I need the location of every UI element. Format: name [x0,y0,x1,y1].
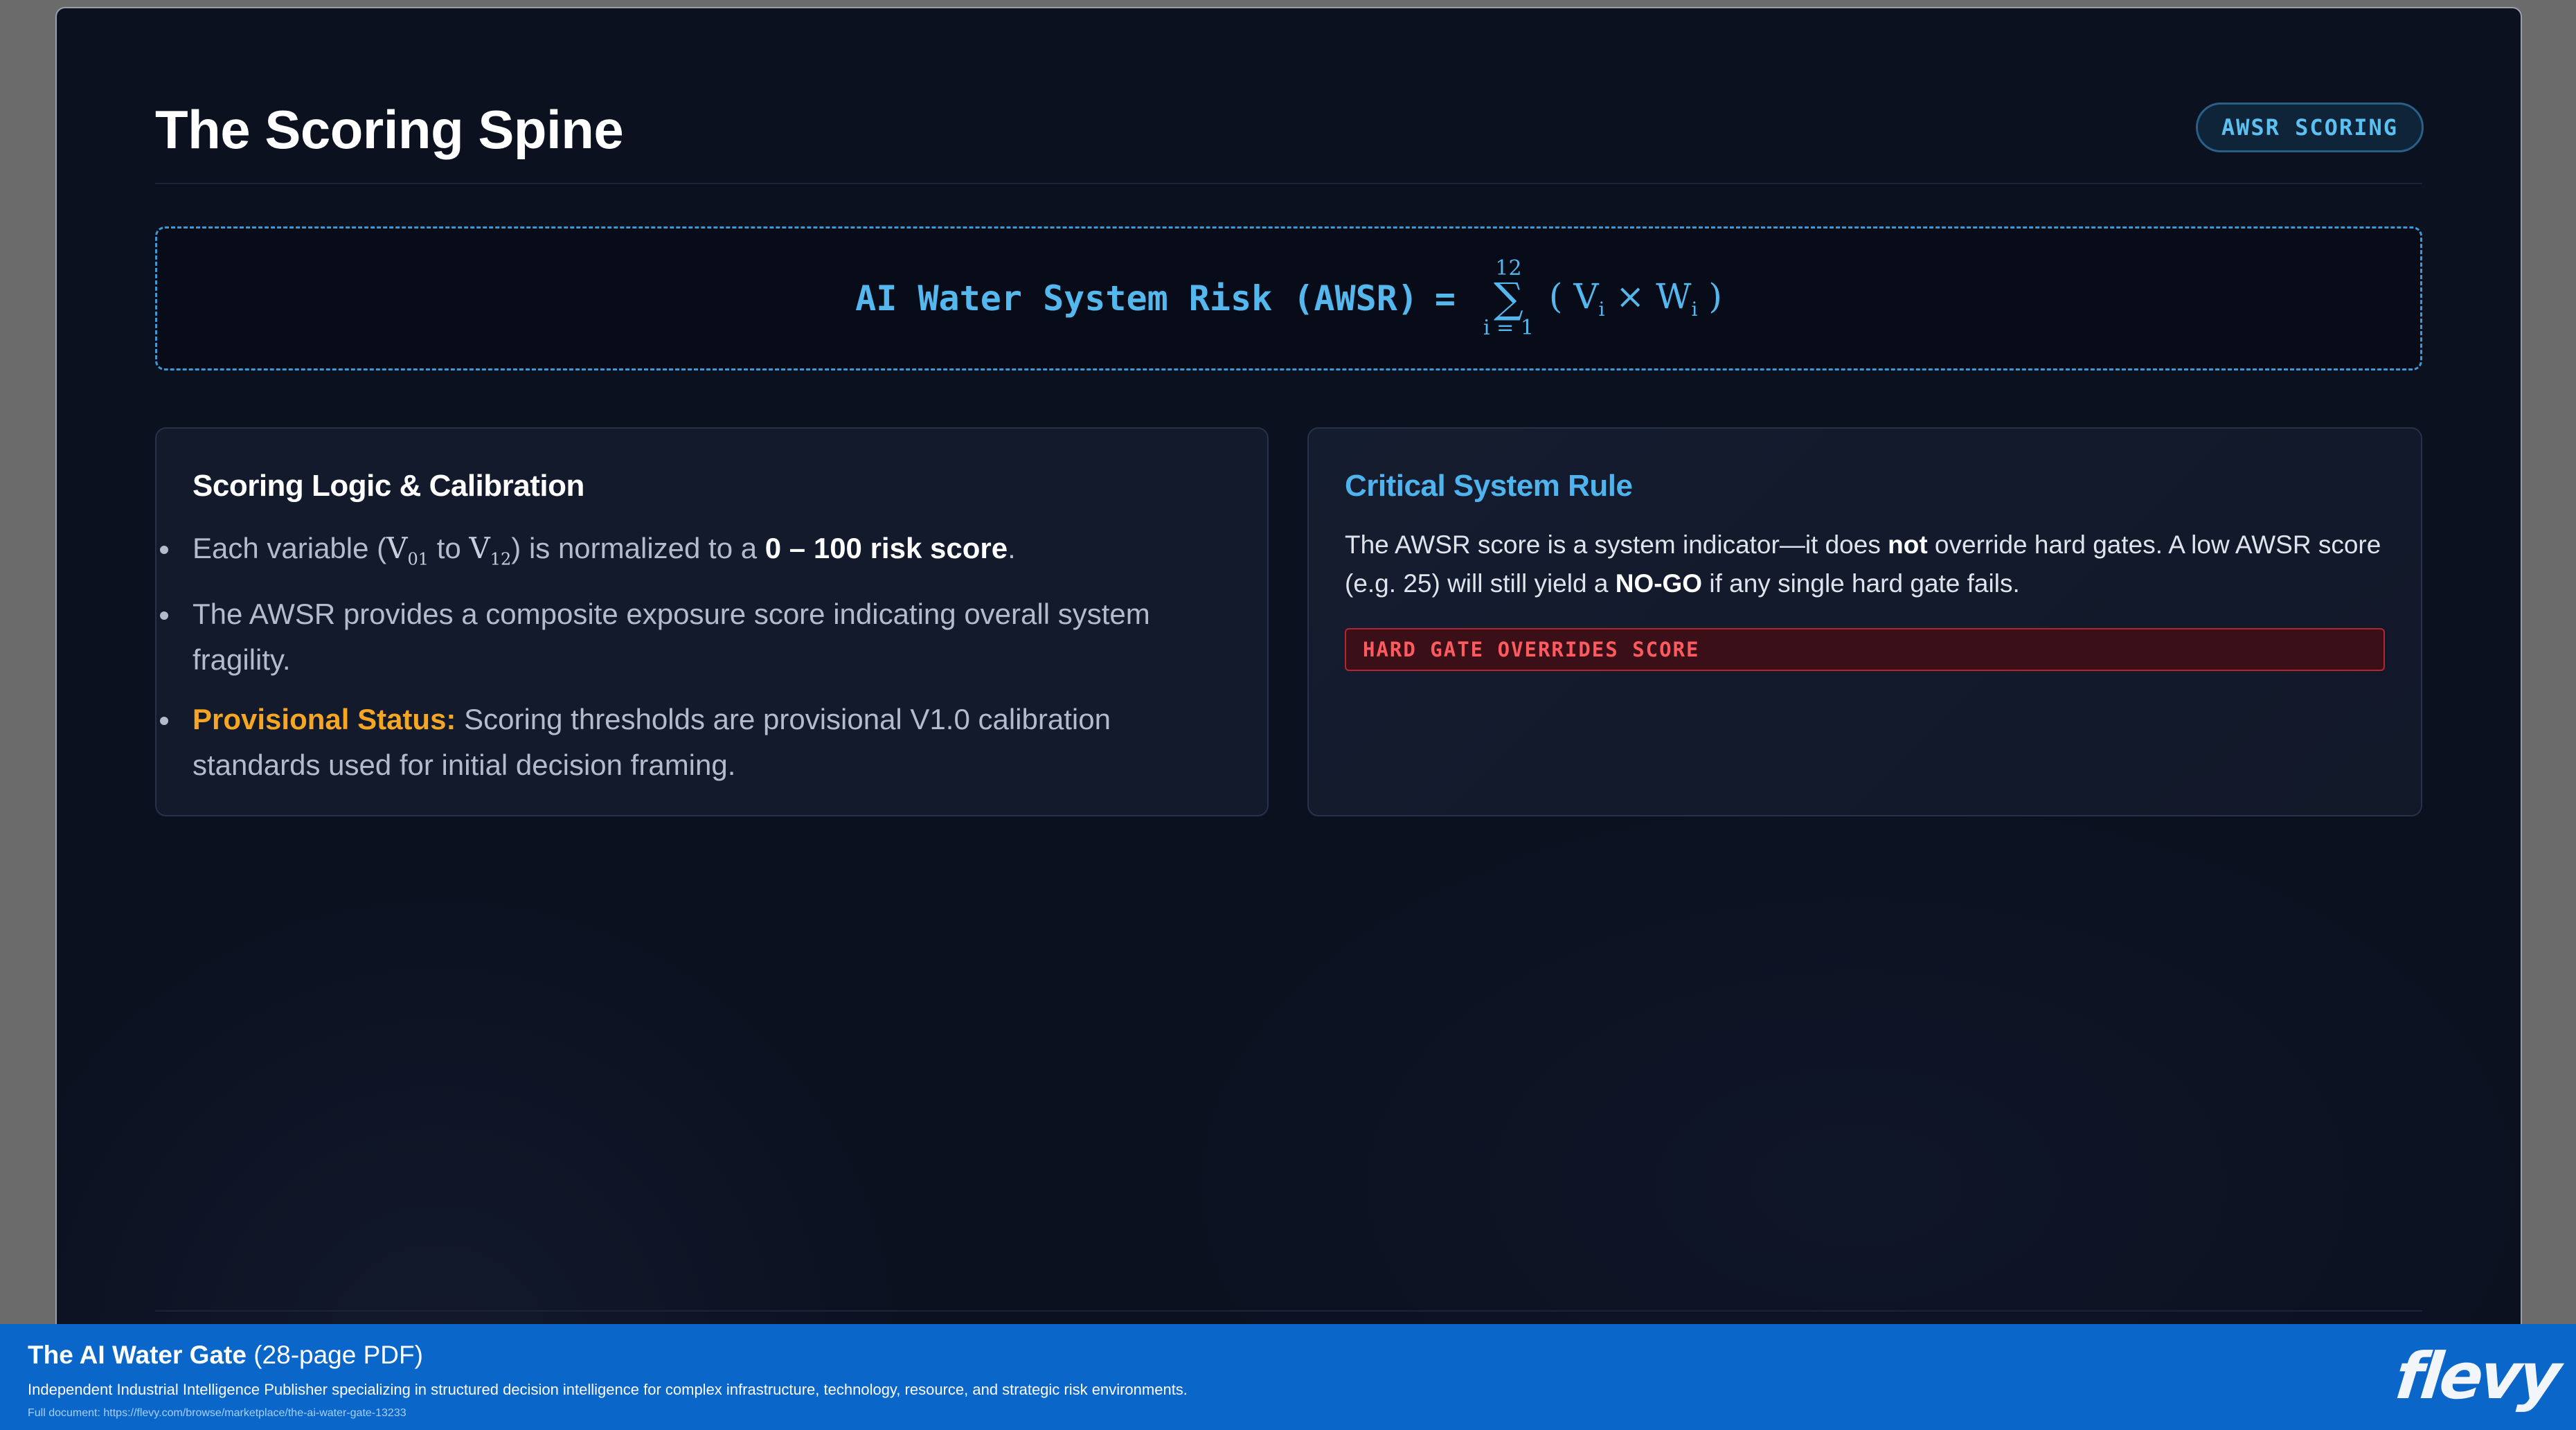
term-times: × W [1604,276,1692,316]
b1-pre: Each variable ( [193,532,387,564]
formula-equals: = [1434,278,1456,319]
v12: V12 [469,531,511,569]
rule-t1: The AWSR score is a system indicator—it … [1345,530,1888,559]
footer-title[interactable]: The AI Water Gate (28-page PDF) [28,1341,423,1370]
v01: V01 [386,531,429,569]
formula-label: AI Water System Risk (AWSR) [855,278,1418,319]
document-footer: The AI Water Gate (28-page PDF) Independ… [0,1324,2576,1430]
footer-link[interactable]: Full document: https://flevy.com/browse/… [28,1407,406,1420]
risk-score-range: 0 – 100 risk score [764,532,1008,564]
rule-t3: if any single hard gate fails. [1702,569,2020,598]
scoring-logic-heading: Scoring Logic & Calibration [193,469,584,503]
b1-to: to [429,532,469,564]
sigma-symbol: ∑ [1494,274,1523,323]
list-item: Provisional Status: Scoring thresholds a… [160,697,1231,788]
list-item: The AWSR provides a composite exposure s… [160,591,1231,683]
formula-box: AI Water System Risk (AWSR) = 12 ∑ i = 1… [155,226,2422,370]
v12-letter: V [469,531,490,565]
scoring-logic-card: Scoring Logic & Calibration Each variabl… [155,427,1269,816]
page-title: The Scoring Spine [155,99,624,160]
footer-description: Independent Industrial Intelligence Publ… [28,1381,1188,1398]
rule-no-go: NO-GO [1615,569,1703,598]
b1-end: . [1008,532,1016,564]
footer-doc-name: The AI Water Gate [28,1341,247,1369]
slide: The Scoring Spine AWSR SCORING AI Water … [55,7,2522,1430]
v01-letter: V [386,531,408,565]
footer-divider [155,1310,2422,1312]
scoring-logic-list: Each variable (V01 to V12) is normalized… [160,526,1231,802]
term-open: ( V [1548,276,1599,316]
flevy-logo[interactable]: flevy [2392,1339,2561,1413]
summation-icon: 12 ∑ i = 1 [1483,258,1534,339]
list-item: Each variable (V01 to V12) is normalized… [160,526,1231,582]
awsr-scoring-badge: AWSR SCORING [2195,102,2424,152]
sum-lower-bound: i = 1 [1483,316,1534,340]
hard-gate-alert: HARD GATE OVERRIDES SCORE [1345,628,2385,671]
formula-term: ( Vi × Wi ) [1549,276,1722,321]
critical-rule-text: The AWSR score is a system indicator—it … [1345,526,2390,603]
rule-not: not [1888,530,1928,559]
provisional-status-label: Provisional Status: [193,703,456,736]
v01-sub: 01 [407,549,429,569]
critical-rule-card: Critical System Rule The AWSR score is a… [1307,427,2422,816]
b1-mid: ) is normalized to a [511,532,765,564]
footer-page-count: (28-page PDF) [246,1341,423,1369]
critical-rule-heading: Critical System Rule [1345,469,1633,503]
v12-sub: 12 [490,549,512,569]
term-close: ) [1697,276,1722,316]
header-divider [155,183,2422,184]
